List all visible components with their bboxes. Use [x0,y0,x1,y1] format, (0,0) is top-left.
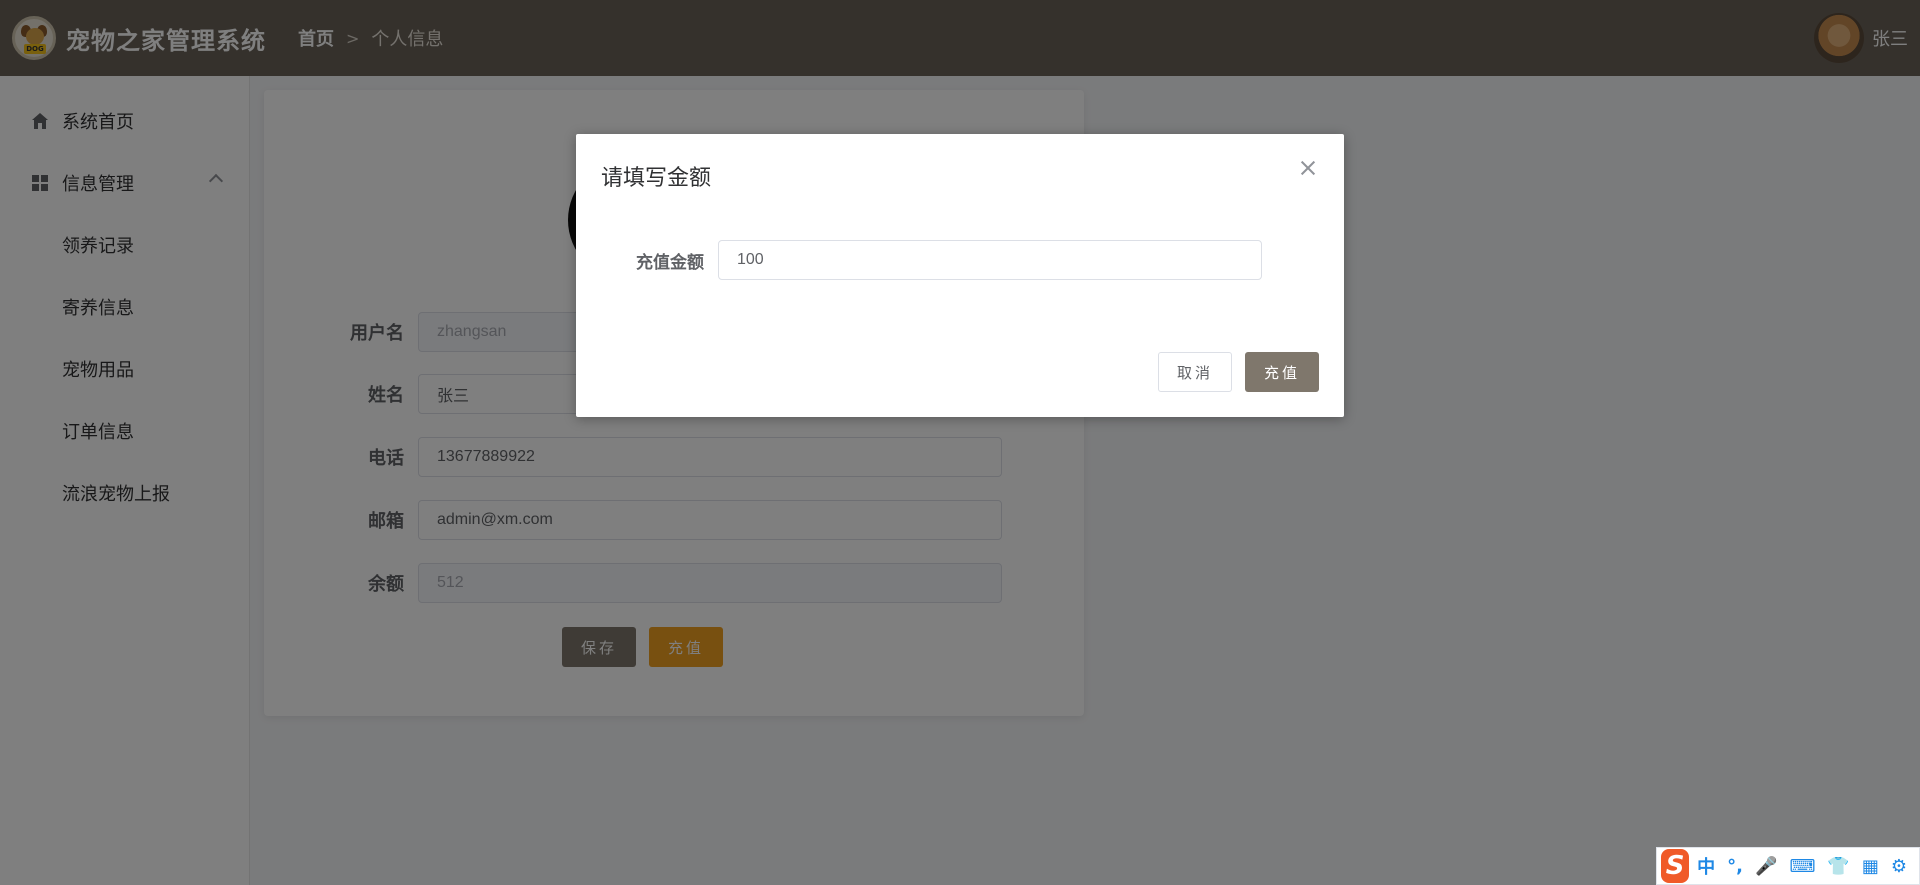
sogou-logo-icon[interactable]: S [1661,849,1690,883]
skin-icon[interactable]: 👕 [1827,856,1849,877]
amount-input[interactable]: 100 [718,240,1262,280]
microphone-icon[interactable]: 🎤 [1755,856,1777,877]
keyboard-icon[interactable]: ⌨ [1789,856,1815,877]
ime-chinese-mode[interactable]: 中 [1697,853,1715,879]
recharge-dialog: 请填写金额 充值金额 100 取消 充值 [576,134,1344,417]
ime-punctuation[interactable]: °, [1727,856,1743,877]
settings-icon[interactable]: ⚙ [1891,856,1907,877]
cancel-button[interactable]: 取消 [1158,352,1232,392]
confirm-recharge-button[interactable]: 充值 [1245,352,1319,392]
toolbox-icon[interactable]: ▦ [1862,856,1879,877]
amount-label: 充值金额 [636,252,704,273]
amount-row: 充值金额 100 [636,240,1262,280]
dialog-title: 请填写金额 [601,166,712,191]
close-icon[interactable] [1298,158,1318,178]
ime-toolbar: S 中 °, 🎤 ⌨ 👕 ▦ ⚙ [1656,847,1920,885]
modal-overlay[interactable] [0,0,1920,885]
